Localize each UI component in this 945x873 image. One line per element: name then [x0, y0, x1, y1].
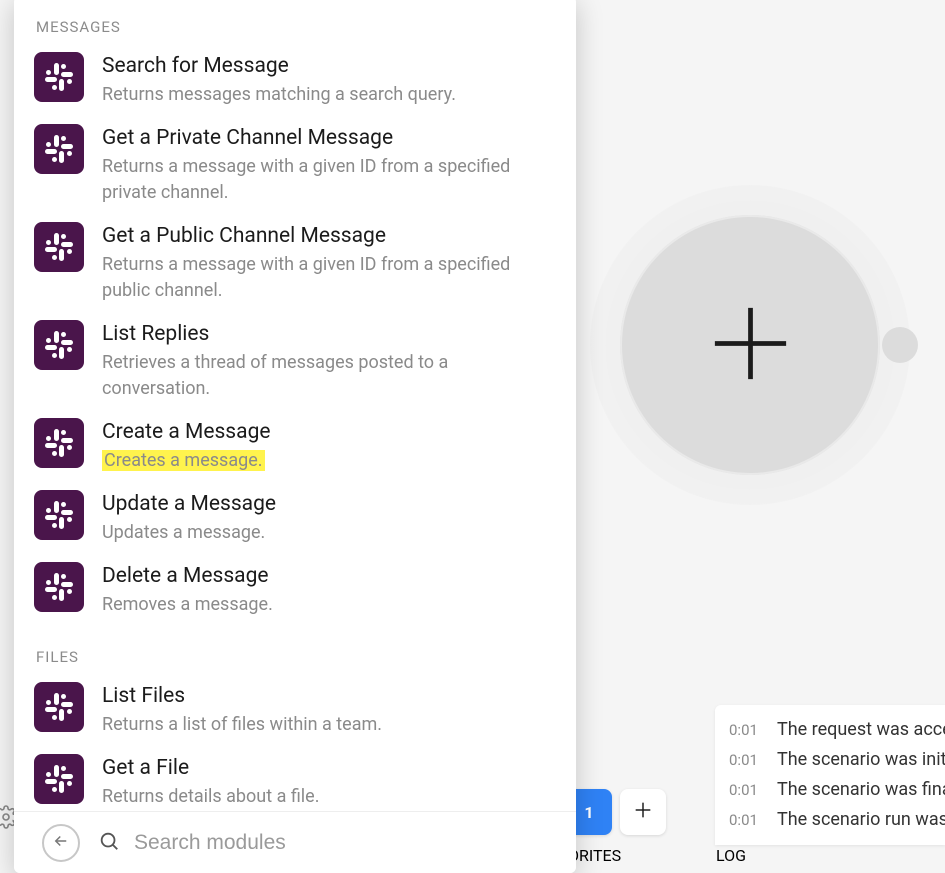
module-item[interactable]: Delete a MessageRemoves a message. — [14, 554, 576, 626]
tile-label: 1 — [584, 803, 593, 822]
module-item[interactable]: List FilesReturns a list of files within… — [14, 674, 576, 746]
module-description: Retrieves a thread of messages posted to… — [102, 350, 550, 402]
slack-icon — [34, 124, 84, 174]
module-text: Get a Private Channel MessageReturns a m… — [102, 124, 550, 206]
plus-icon — [632, 799, 654, 825]
module-title: Search for Message — [102, 52, 550, 80]
module-item[interactable]: Get a Private Channel MessageReturns a m… — [14, 116, 576, 214]
slack-icon — [34, 418, 84, 468]
module-item[interactable]: Get a Public Channel MessageReturns a me… — [14, 214, 576, 312]
module-description: Returns a message with a given ID from a… — [102, 154, 550, 206]
search-input[interactable] — [134, 831, 558, 855]
module-title: List Replies — [102, 320, 550, 348]
module-picker-panel: MESSAGES Search for MessageReturns messag… — [14, 0, 576, 873]
module-description: Returns a list of files within a team. — [102, 712, 550, 738]
log-text: The scenario was initi — [777, 745, 945, 775]
slack-icon — [34, 490, 84, 540]
module-text: Create a MessageCreates a message. — [102, 418, 550, 474]
module-title: Get a Public Channel Message — [102, 222, 550, 250]
slack-icon — [34, 754, 84, 804]
module-item[interactable]: Get a FileReturns details about a file. — [14, 746, 576, 811]
module-text: Update a MessageUpdates a message. — [102, 490, 550, 546]
module-title: List Files — [102, 682, 550, 710]
module-description: Creates a message. — [102, 448, 550, 474]
back-button[interactable] — [42, 824, 80, 862]
canvas-background: 0:01 The request was acce 0:01 The scena… — [0, 0, 945, 873]
module-text: Delete a MessageRemoves a message. — [102, 562, 550, 618]
plus-icon — [703, 296, 798, 395]
log-text: The request was acce — [777, 715, 945, 745]
footer-tab-log[interactable]: LOG — [716, 846, 746, 865]
module-description: Removes a message. — [102, 592, 550, 618]
slack-icon — [34, 222, 84, 272]
add-module-node[interactable] — [590, 185, 910, 505]
log-text: The scenario run was — [777, 805, 945, 835]
module-text: Get a FileReturns details about a file. — [102, 754, 550, 810]
slack-icon — [34, 320, 84, 370]
log-panel: 0:01 The request was acce 0:01 The scena… — [715, 705, 945, 845]
section-header: MESSAGES — [14, 0, 576, 44]
module-title: Delete a Message — [102, 562, 550, 590]
module-description: Updates a message. — [102, 520, 550, 546]
module-item[interactable]: Update a MessageUpdates a message. — [14, 482, 576, 554]
module-title: Get a File — [102, 754, 550, 782]
module-title: Create a Message — [102, 418, 550, 446]
log-row[interactable]: 0:01 The scenario run was — [729, 805, 939, 835]
log-time: 0:01 — [729, 745, 763, 775]
log-row[interactable]: 0:01 The scenario was fina — [729, 775, 939, 805]
log-time: 0:01 — [729, 775, 763, 805]
slack-icon — [34, 682, 84, 732]
log-text: The scenario was fina — [777, 775, 945, 805]
search-icon — [98, 830, 120, 856]
slack-icon — [34, 562, 84, 612]
log-time: 0:01 — [729, 715, 763, 745]
module-description: Returns a message with a given ID from a… — [102, 252, 550, 304]
module-item[interactable]: Search for MessageReturns messages match… — [14, 44, 576, 116]
arrow-left-icon — [52, 832, 70, 854]
node-connector-right[interactable] — [882, 327, 918, 363]
module-description: Returns details about a file. — [102, 784, 550, 810]
module-text: Search for MessageReturns messages match… — [102, 52, 550, 108]
log-row[interactable]: 0:01 The request was acce — [729, 715, 939, 745]
module-picker-footer — [14, 811, 576, 873]
module-description: Returns messages matching a search query… — [102, 82, 550, 108]
tool-tile-add[interactable] — [620, 789, 666, 835]
section-header: FILES — [14, 626, 576, 674]
search-wrap — [98, 830, 558, 856]
module-text: List FilesReturns a list of files within… — [102, 682, 550, 738]
module-item[interactable]: Create a MessageCreates a message. — [14, 410, 576, 482]
module-title: Get a Private Channel Message — [102, 124, 550, 152]
slack-icon — [34, 52, 84, 102]
add-module-circle[interactable] — [620, 215, 880, 475]
log-time: 0:01 — [729, 805, 763, 835]
log-row[interactable]: 0:01 The scenario was initi — [729, 745, 939, 775]
module-text: List RepliesRetrieves a thread of messag… — [102, 320, 550, 402]
module-item[interactable]: List RepliesRetrieves a thread of messag… — [14, 312, 576, 410]
module-picker-scroll[interactable]: MESSAGES Search for MessageReturns messag… — [14, 0, 576, 811]
module-text: Get a Public Channel MessageReturns a me… — [102, 222, 550, 304]
module-title: Update a Message — [102, 490, 550, 518]
